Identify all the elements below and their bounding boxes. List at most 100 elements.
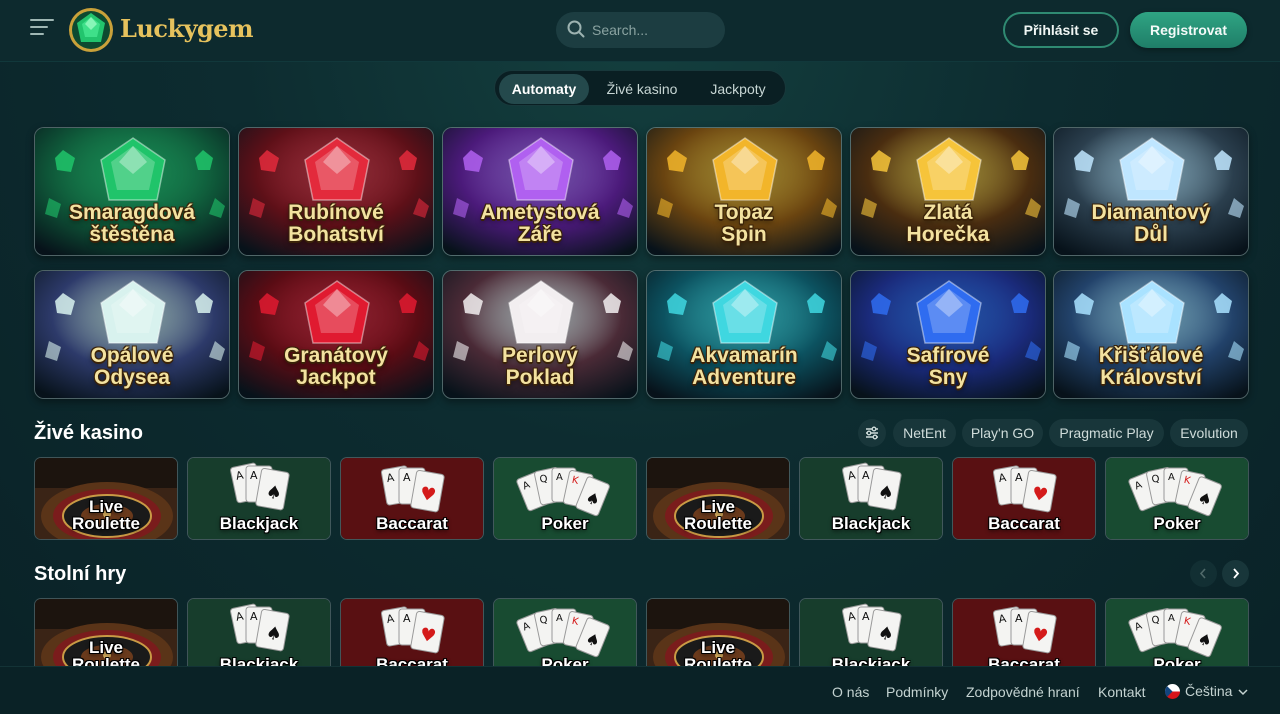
- slot-title-line2: Jackpot: [296, 366, 376, 389]
- slot-title-line2: Poklad: [505, 366, 575, 389]
- chevron-left-icon: [1199, 568, 1206, 579]
- card-title-line2: Roulette: [684, 514, 752, 533]
- svg-text:A: A: [250, 610, 258, 623]
- svg-text:A: A: [862, 610, 870, 623]
- svg-text:A: A: [403, 612, 411, 625]
- slot-title-line1: Opálové: [90, 344, 174, 367]
- slot-title-line2: Království: [1100, 366, 1202, 389]
- slot-title-line2: Spin: [721, 223, 767, 246]
- slot-game-tile[interactable]: Smaragdová štěstěna: [34, 127, 230, 256]
- svg-text:A: A: [1168, 613, 1175, 624]
- card-title-line2: Baccarat: [988, 514, 1060, 533]
- slot-title-line1: Zlatá: [923, 201, 973, 224]
- slot-game-tile[interactable]: Rubínové Bohatství: [238, 127, 434, 256]
- game-card-blackjack[interactable]: A A ♠ Blackjack: [799, 457, 943, 540]
- slot-game-tile[interactable]: Safírové Sny: [850, 270, 1046, 399]
- provider-chip-playngo[interactable]: Play'n GO: [962, 419, 1043, 447]
- slot-title-line1: Akvamarín: [690, 344, 798, 367]
- slot-title-line1: Ametystová: [480, 201, 600, 224]
- svg-text:A: A: [862, 469, 870, 482]
- slot-game-tile[interactable]: Ametystová Záře: [442, 127, 638, 256]
- slot-title-line2: Sny: [928, 366, 968, 389]
- slot-title-line1: Safírové: [906, 344, 990, 367]
- game-card-roulette[interactable]: Live Roulette: [34, 457, 178, 540]
- slot-title-line1: Topaz: [714, 201, 774, 224]
- slot-game-tile[interactable]: Akvamarín Adventure: [646, 270, 842, 399]
- section-title-live: Živé kasino: [34, 422, 143, 444]
- slot-game-tile[interactable]: Diamantový Důl: [1053, 127, 1249, 256]
- game-card-poker[interactable]: A Q A K ♠ Poker: [1105, 457, 1249, 540]
- card-title-line2: Baccarat: [376, 514, 448, 533]
- tab-automaty[interactable]: Automaty: [499, 74, 589, 104]
- slot-game-tile[interactable]: Topaz Spin: [646, 127, 842, 256]
- card-title-line1: Live: [88, 497, 124, 516]
- svg-text:A: A: [403, 471, 411, 484]
- game-card-blackjack[interactable]: A A ♠ Blackjack: [187, 457, 331, 540]
- top-header: Luckygem Přihlásit se Registrovat: [0, 0, 1280, 62]
- provider-chip-netent[interactable]: NetEnt: [893, 419, 956, 447]
- card-title-line2: Poker: [1153, 514, 1201, 533]
- slot-title-line1: Diamantový: [1091, 201, 1211, 224]
- section-title-table: Stolní hry: [34, 563, 127, 585]
- chevron-right-icon: [1233, 568, 1240, 579]
- logo-gem-icon: [69, 8, 113, 52]
- scroll-left-button[interactable]: [1190, 560, 1217, 587]
- game-card-baccarat[interactable]: A A ♥ Baccarat: [340, 457, 484, 540]
- slot-title-line2: Odysea: [94, 366, 170, 389]
- game-card-roulette[interactable]: Live Roulette: [646, 457, 790, 540]
- logo-text[interactable]: Luckygem: [120, 14, 253, 43]
- search-input[interactable]: [592, 12, 720, 48]
- svg-text:A: A: [556, 613, 563, 624]
- slot-title-line2: Bohatství: [288, 223, 384, 246]
- footer-link-contact[interactable]: Kontakt: [1098, 684, 1145, 700]
- tab-jackpoty[interactable]: Jackpoty: [698, 74, 778, 104]
- slot-title-line1: Křišťálové: [1098, 344, 1204, 367]
- slot-title-line2: Důl: [1134, 223, 1168, 246]
- card-title-line2: Roulette: [72, 514, 140, 533]
- slot-game-tile[interactable]: Zlatá Horečka: [850, 127, 1046, 256]
- footer-link-responsible[interactable]: Zodpovědné hraní: [966, 684, 1080, 700]
- svg-text:A: A: [556, 472, 563, 483]
- provider-chip-pragmatic[interactable]: Pragmatic Play: [1049, 419, 1164, 447]
- login-button[interactable]: Přihlásit se: [1003, 12, 1119, 48]
- category-tabs: Automaty Živé kasino Jackpoty: [494, 70, 786, 106]
- menu-icon[interactable]: [30, 19, 54, 41]
- svg-text:A: A: [1015, 471, 1023, 484]
- slot-game-tile[interactable]: Perlový Poklad: [442, 270, 638, 399]
- slot-title-line1: Rubínové: [288, 201, 384, 224]
- card-title-line1: Live: [700, 497, 736, 516]
- footer-link-about[interactable]: O nás: [832, 684, 869, 700]
- game-card-baccarat[interactable]: A A ♥ Baccarat: [952, 457, 1096, 540]
- filter-icon: [866, 426, 878, 440]
- czech-flag-icon: [1165, 684, 1180, 699]
- card-title-line2: Blackjack: [219, 514, 299, 533]
- slot-game-tile[interactable]: Křišťálové Království: [1053, 270, 1249, 399]
- footer-link-terms[interactable]: Podmínky: [886, 684, 948, 700]
- tab-zive-kasino[interactable]: Živé kasino: [596, 74, 688, 104]
- svg-text:A: A: [1015, 612, 1023, 625]
- search-icon: [567, 20, 585, 38]
- slot-title-line1: Smaragdová: [68, 201, 196, 224]
- language-label: Čeština: [1185, 683, 1233, 699]
- filter-button[interactable]: [858, 419, 886, 447]
- slot-title-line2: Horečka: [906, 223, 990, 246]
- slot-title-line2: Záře: [517, 223, 563, 246]
- chevron-down-icon: [1238, 689, 1248, 696]
- card-title-line2: Poker: [541, 514, 589, 533]
- slot-title-line2: štěstěna: [89, 223, 175, 246]
- slot-game-tile[interactable]: Opálové Odysea: [34, 270, 230, 399]
- slot-title-line2: Adventure: [692, 366, 796, 389]
- footer: O nás Podmínky Zodpovědné hraní Kontakt: [0, 666, 1280, 714]
- provider-chip-evolution[interactable]: Evolution: [1170, 419, 1248, 447]
- slot-title-line1: Granátový: [284, 344, 388, 367]
- game-card-poker[interactable]: A Q A K ♠ Poker: [493, 457, 637, 540]
- slot-game-tile[interactable]: Granátový Jackpot: [238, 270, 434, 399]
- card-title-line1: Live: [700, 638, 736, 657]
- slot-title-line1: Perlový: [502, 344, 578, 367]
- register-button[interactable]: Registrovat: [1130, 12, 1247, 48]
- language-selector[interactable]: Čeština: [1185, 683, 1248, 699]
- svg-text:A: A: [250, 469, 258, 482]
- svg-text:A: A: [1168, 472, 1175, 483]
- card-title-line2: Blackjack: [831, 514, 911, 533]
- scroll-right-button[interactable]: [1222, 560, 1249, 587]
